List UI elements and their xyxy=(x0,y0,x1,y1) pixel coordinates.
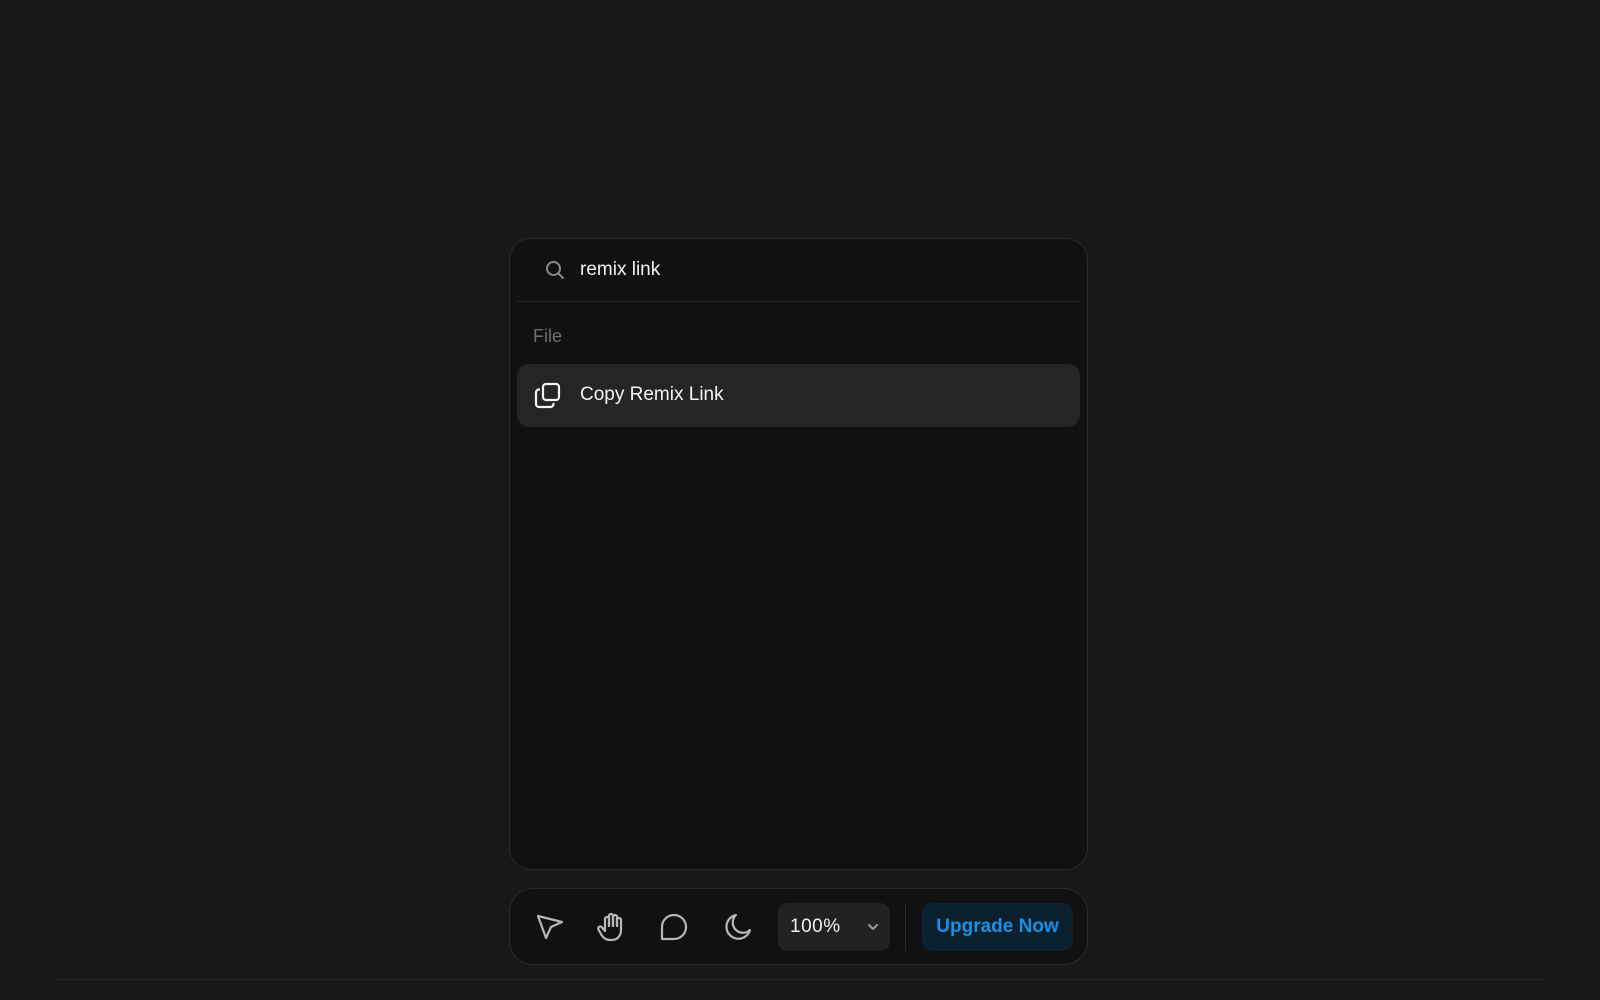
toolbar-divider xyxy=(905,903,906,951)
chevron-down-icon xyxy=(868,924,878,930)
result-group-label: File xyxy=(533,326,563,346)
command-palette: File Copy Remix Link xyxy=(509,238,1088,870)
bottom-divider xyxy=(55,979,1545,980)
cursor-icon xyxy=(536,914,564,940)
hand-icon xyxy=(597,912,623,942)
hand-tool-button[interactable] xyxy=(591,907,631,947)
theme-toggle-button[interactable] xyxy=(718,907,758,947)
zoom-select[interactable]: 100% xyxy=(778,903,890,951)
app-canvas: File Copy Remix Link xyxy=(0,0,1600,1000)
search-bar xyxy=(517,239,1080,302)
upgrade-now-button[interactable]: Upgrade Now xyxy=(922,903,1073,951)
comment-icon xyxy=(660,913,688,941)
comment-tool-button[interactable] xyxy=(654,907,694,947)
bottom-toolbar: 100% Upgrade Now xyxy=(509,888,1088,965)
search-icon xyxy=(546,261,564,279)
copy-icon xyxy=(534,382,561,409)
search-input[interactable] xyxy=(580,256,1030,284)
result-item-copy-remix-link[interactable]: Copy Remix Link xyxy=(517,364,1080,427)
moon-icon xyxy=(725,913,752,940)
select-tool-button[interactable] xyxy=(530,907,570,947)
result-item-label: Copy Remix Link xyxy=(580,384,724,405)
zoom-value: 100% xyxy=(790,916,841,937)
